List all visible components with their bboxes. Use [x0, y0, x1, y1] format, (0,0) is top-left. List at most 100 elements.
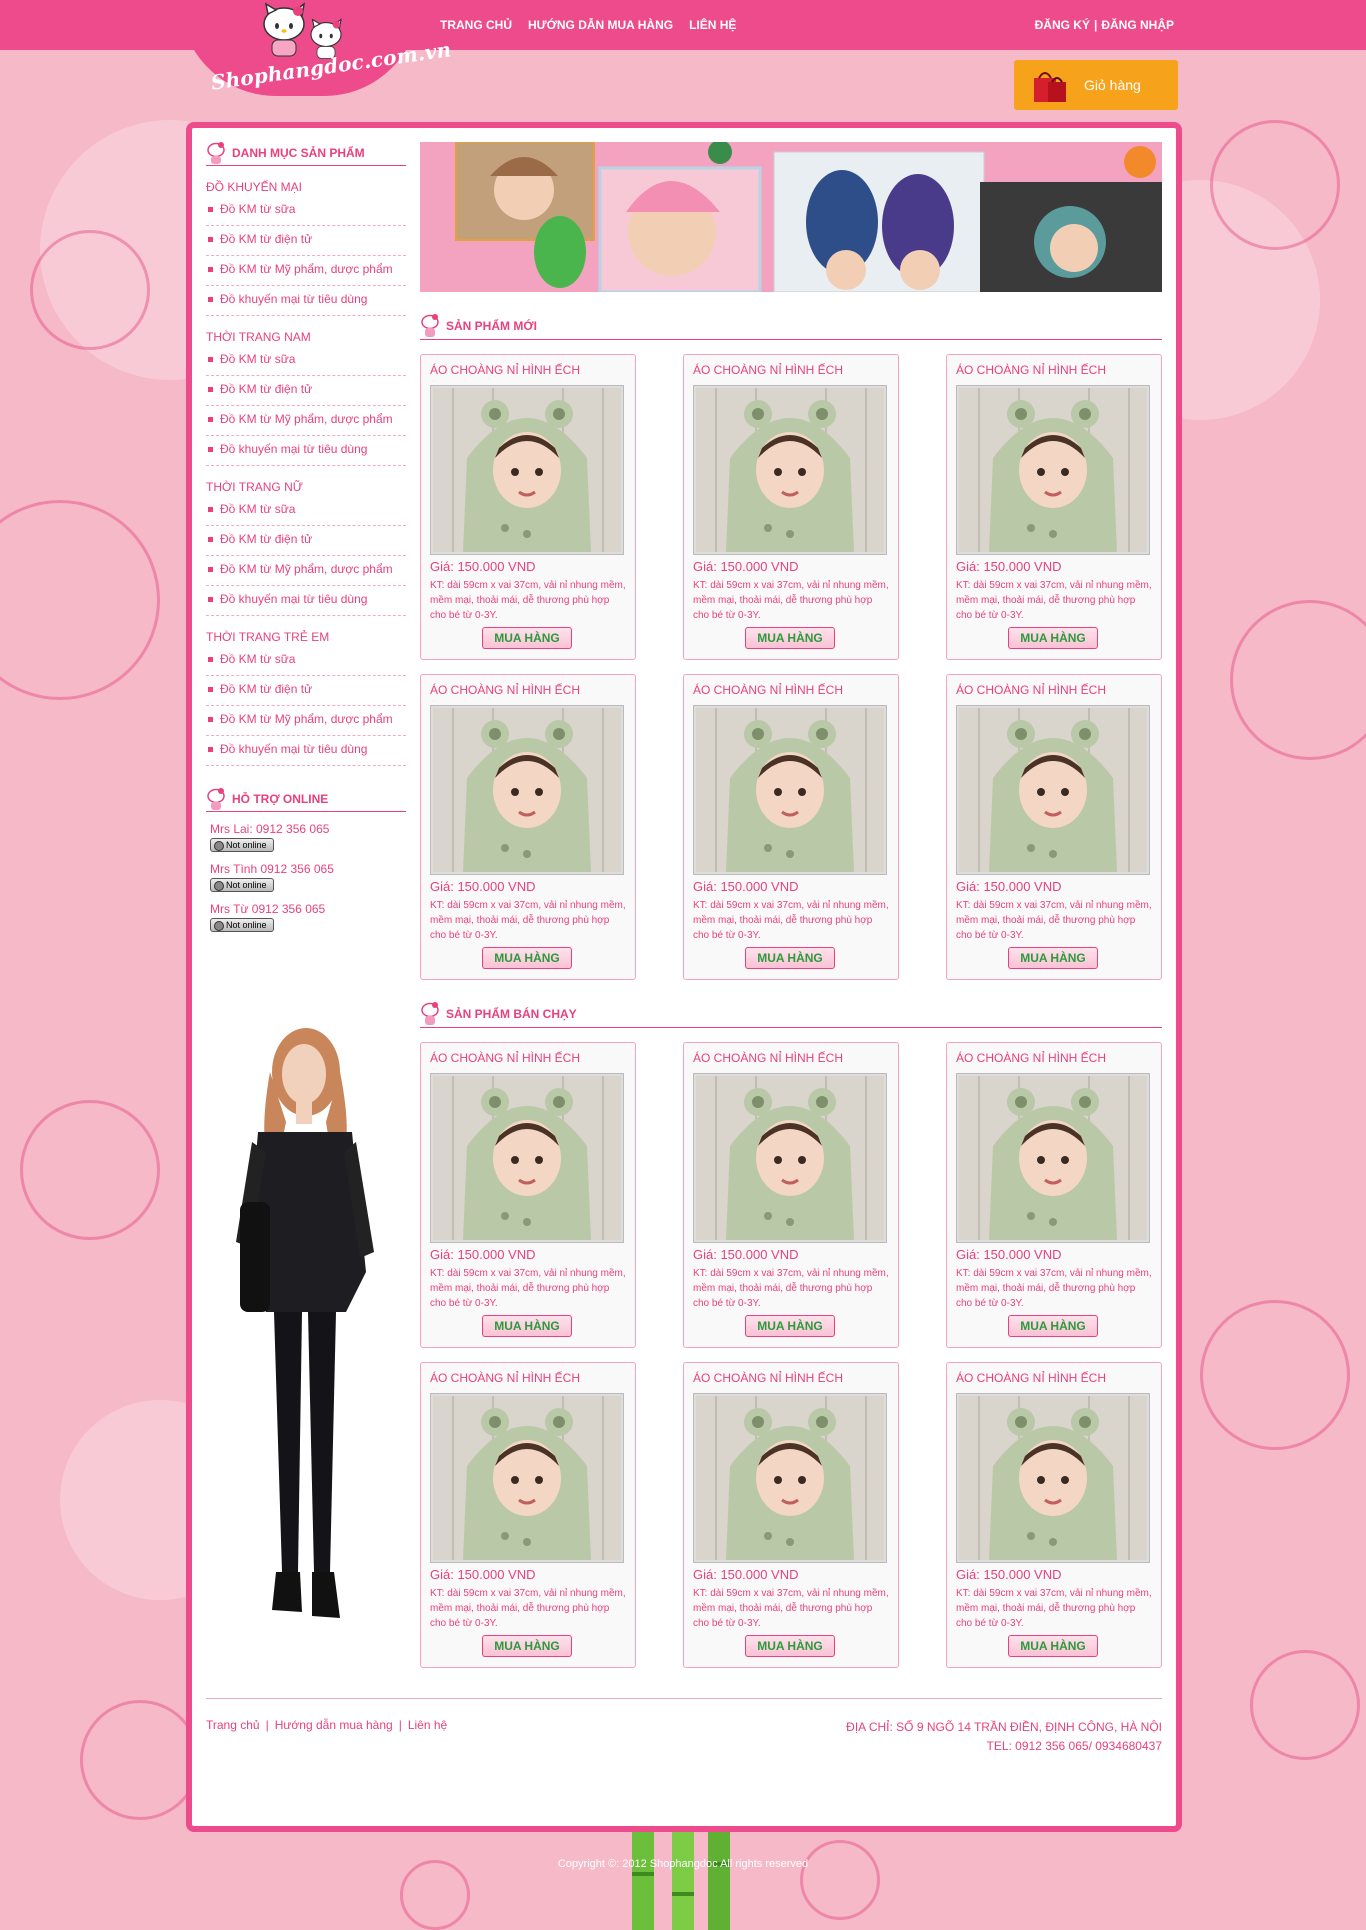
product-name[interactable]: ÁO CHOÀNG NỈ HÌNH ẾCH: [956, 363, 1152, 381]
product-name[interactable]: ÁO CHOÀNG NỈ HÌNH ẾCH: [430, 683, 626, 701]
footer-link-home[interactable]: Trang chủ: [206, 1718, 260, 1732]
product-image[interactable]: [956, 1073, 1150, 1243]
footer-links: Trang chủ | Hướng dẫn mua hàng | Liên hệ: [206, 1718, 447, 1732]
category-item[interactable]: Đồ khuyến mại từ tiêu dùng: [206, 286, 406, 316]
model-advert-image: [236, 1028, 374, 1618]
product-name[interactable]: ÁO CHOÀNG NỈ HÌNH ẾCH: [956, 1051, 1152, 1069]
product-description: KT: dài 59cm x vai 37cm, vải nỉ nhung mề…: [430, 1268, 626, 1309]
category-item[interactable]: Đồ KM từ Mỹ phẩm, dược phẩm: [206, 556, 406, 586]
product-image[interactable]: [693, 385, 887, 555]
category-group: THỜI TRANG TRẺ EM Đồ KM từ sữa Đồ KM từ …: [206, 630, 406, 766]
child-frog-coat-photo: [696, 1076, 884, 1240]
product-name[interactable]: ÁO CHOÀNG NỈ HÌNH ẾCH: [693, 1371, 889, 1389]
category-group-title[interactable]: THỜI TRANG NAM: [206, 330, 406, 346]
nav-home[interactable]: TRANG CHỦ: [440, 18, 512, 32]
promo-banner[interactable]: [420, 142, 1162, 292]
buy-button[interactable]: MUA HÀNG: [1008, 627, 1098, 649]
buy-button[interactable]: MUA HÀNG: [745, 1635, 835, 1657]
buy-button[interactable]: MUA HÀNG: [1008, 1635, 1098, 1657]
footer-link-contact[interactable]: Liên hệ: [408, 1718, 447, 1732]
product-name[interactable]: ÁO CHOÀNG NỈ HÌNH ẾCH: [956, 683, 1152, 701]
category-item[interactable]: Đồ khuyến mại từ tiêu dùng: [206, 736, 406, 766]
support-contact: Mrs Lai: 0912 356 065 Not online: [206, 822, 406, 852]
main-container: DANH MỤC SẢN PHẨM ĐỒ KHUYẾN MẠI Đồ KM từ…: [186, 122, 1182, 1832]
category-item[interactable]: Đồ KM từ điện tử: [206, 376, 406, 406]
product-price: Giá: 150.000 VND: [956, 559, 1062, 574]
product-image[interactable]: [956, 385, 1150, 555]
sidebar: DANH MỤC SẢN PHẨM ĐỒ KHUYẾN MẠI Đồ KM từ…: [206, 141, 406, 1618]
product-image[interactable]: [430, 705, 624, 875]
product-description: KT: dài 59cm x vai 37cm, vải nỉ nhung mề…: [693, 1268, 889, 1309]
nav-buying-guide[interactable]: HƯỚNG DẪN MUA HÀNG: [528, 18, 673, 32]
product-name[interactable]: ÁO CHOÀNG NỈ HÌNH ẾCH: [430, 1371, 626, 1389]
product-name[interactable]: ÁO CHOÀNG NỈ HÌNH ẾCH: [693, 1051, 889, 1069]
product-description: KT: dài 59cm x vai 37cm, vải nỉ nhung mề…: [693, 580, 889, 621]
status-badge[interactable]: Not online: [210, 838, 274, 852]
nav-contact[interactable]: LIÊN HỆ: [689, 18, 736, 32]
category-item[interactable]: Đồ KM từ điện tử: [206, 676, 406, 706]
product-image[interactable]: [956, 705, 1150, 875]
product-description: KT: dài 59cm x vai 37cm, vải nỉ nhung mề…: [956, 1268, 1152, 1309]
product-image[interactable]: [956, 1393, 1150, 1563]
support-title: HỖ TRỢ ONLINE: [206, 787, 406, 812]
product-name[interactable]: ÁO CHOÀNG NỈ HÌNH ẾCH: [430, 363, 626, 381]
product-image[interactable]: [693, 705, 887, 875]
product-name[interactable]: ÁO CHOÀNG NỈ HÌNH ẾCH: [693, 363, 889, 381]
category-item[interactable]: Đồ KM từ sữa: [206, 496, 406, 526]
category-item[interactable]: Đồ khuyến mại từ tiêu dùng: [206, 436, 406, 466]
category-group-title[interactable]: THỜI TRANG TRẺ EM: [206, 630, 406, 646]
product-image[interactable]: [693, 1393, 887, 1563]
category-item[interactable]: Đồ KM từ sữa: [206, 196, 406, 226]
product-name[interactable]: ÁO CHOÀNG NỈ HÌNH ẾCH: [693, 683, 889, 701]
category-group-title[interactable]: ĐỒ KHUYẾN MẠI: [206, 180, 406, 196]
buy-button[interactable]: MUA HÀNG: [1008, 1315, 1098, 1337]
child-frog-coat-photo: [433, 1396, 621, 1560]
footer-divider: [206, 1698, 1162, 1699]
category-group-title[interactable]: THỜI TRANG NỮ: [206, 480, 406, 496]
buy-button[interactable]: MUA HÀNG: [482, 1315, 572, 1337]
login-link[interactable]: ĐĂNG NHẬP: [1101, 18, 1174, 32]
category-group: THỜI TRANG NỮ Đồ KM từ sữa Đồ KM từ điện…: [206, 480, 406, 616]
product-name[interactable]: ÁO CHOÀNG NỈ HÌNH ẾCH: [956, 1371, 1152, 1389]
product-name[interactable]: ÁO CHOÀNG NỈ HÌNH ẾCH: [430, 1051, 626, 1069]
product-description: KT: dài 59cm x vai 37cm, vải nỉ nhung mề…: [693, 1588, 889, 1629]
child-frog-coat-photo: [959, 1396, 1147, 1560]
buy-button[interactable]: MUA HÀNG: [482, 947, 572, 969]
category-item[interactable]: Đồ KM từ điện tử: [206, 226, 406, 256]
footer-separator: |: [265, 1718, 269, 1732]
category-item[interactable]: Đồ KM từ điện tử: [206, 526, 406, 556]
cart-button[interactable]: Giỏ hàng: [1014, 60, 1178, 110]
product-description: KT: dài 59cm x vai 37cm, vải nỉ nhung mề…: [956, 580, 1152, 621]
product-card: ÁO CHOÀNG NỈ HÌNH ẾCH Giá: 150.000 VND K…: [420, 674, 636, 980]
category-item[interactable]: Đồ KM từ sữa: [206, 646, 406, 676]
hello-kitty-icon: [263, 2, 306, 57]
product-image[interactable]: [430, 1393, 624, 1563]
product-image[interactable]: [430, 385, 624, 555]
footer-phone: TEL: 0912 356 065/ 0934680437: [986, 1739, 1163, 1753]
buy-button[interactable]: MUA HÀNG: [745, 627, 835, 649]
product-image[interactable]: [430, 1073, 624, 1243]
status-badge[interactable]: Not online: [210, 918, 274, 932]
category-title: DANH MỤC SẢN PHẨM: [206, 141, 406, 166]
product-price: Giá: 150.000 VND: [693, 1247, 799, 1262]
category-item[interactable]: Đồ KM từ Mỹ phẩm, dược phẩm: [206, 406, 406, 436]
register-link[interactable]: ĐĂNG KÝ: [1035, 18, 1090, 32]
buy-button[interactable]: MUA HÀNG: [482, 1635, 572, 1657]
status-badge[interactable]: Not online: [210, 878, 274, 892]
product-grid-bestseller: ÁO CHOÀNG NỈ HÌNH ẾCH Giá: 150.000 VND K…: [420, 1042, 1162, 1668]
support-contact: Mrs Từ 0912 356 065 Not online: [206, 902, 406, 932]
footer-link-guide[interactable]: Hướng dẫn mua hàng: [275, 1718, 393, 1732]
product-card: ÁO CHOÀNG NỈ HÌNH ẾCH Giá: 150.000 VND K…: [946, 1042, 1162, 1348]
category-item[interactable]: Đồ KM từ Mỹ phẩm, dược phẩm: [206, 256, 406, 286]
buy-button[interactable]: MUA HÀNG: [745, 947, 835, 969]
product-image[interactable]: [693, 1073, 887, 1243]
kitty-heading-icon: [421, 313, 439, 337]
product-price: Giá: 150.000 VND: [693, 879, 799, 894]
buy-button[interactable]: MUA HÀNG: [745, 1315, 835, 1337]
buy-button[interactable]: MUA HÀNG: [1008, 947, 1098, 969]
buy-button[interactable]: MUA HÀNG: [482, 627, 572, 649]
category-item[interactable]: Đồ KM từ sữa: [206, 346, 406, 376]
category-item[interactable]: Đồ khuyến mại từ tiêu dùng: [206, 586, 406, 616]
product-price: Giá: 150.000 VND: [956, 1247, 1062, 1262]
category-item[interactable]: Đồ KM từ Mỹ phẩm, dược phẩm: [206, 706, 406, 736]
